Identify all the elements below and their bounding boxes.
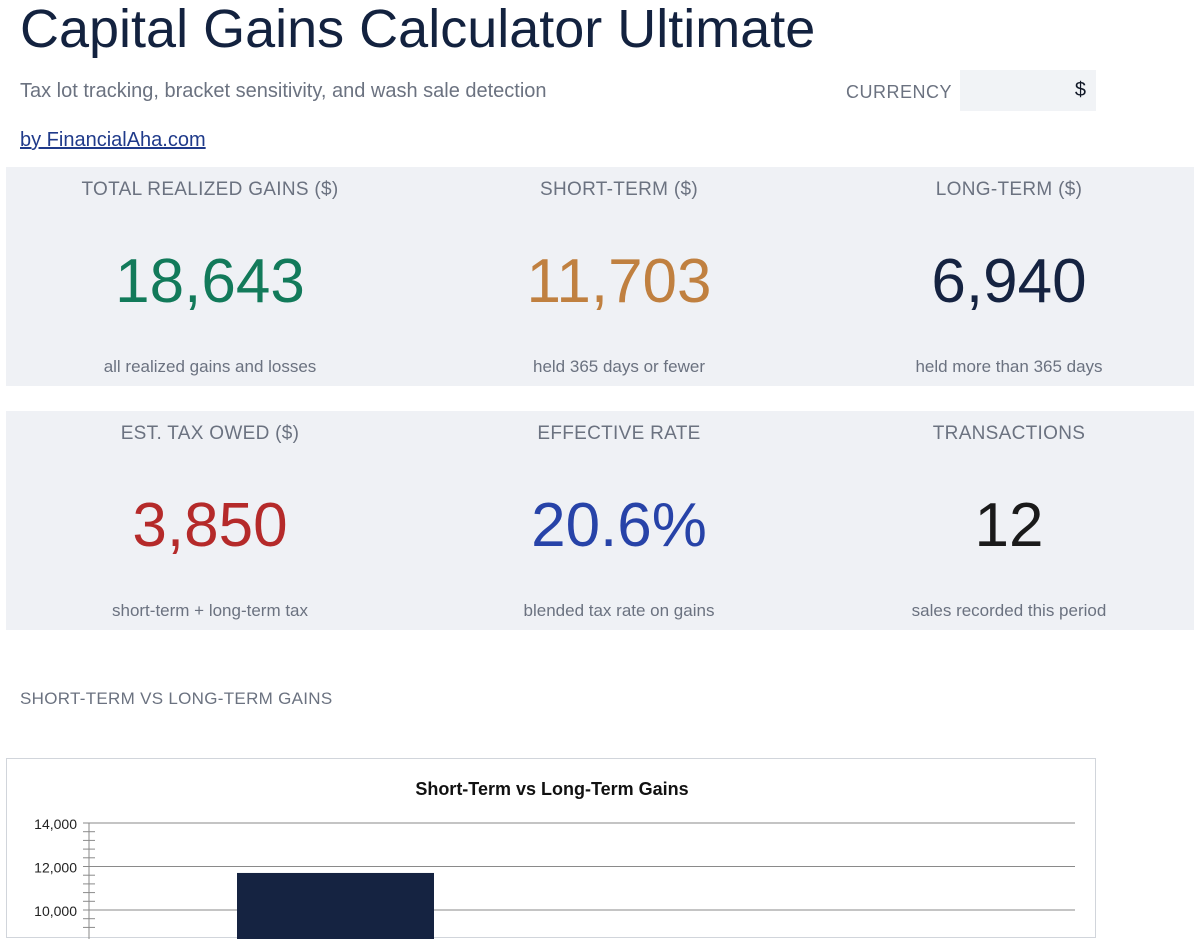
chart-title: Short-Term vs Long-Term Gains [415,779,688,799]
kpi-label: EST. TAX OWED ($) [120,423,300,444]
page-subtitle: Tax lot tracking, bracket sensitivity, a… [20,80,547,102]
kpi-value: 20.6% [531,491,707,560]
kpi-value: 18,643 [115,247,305,316]
bar [237,872,434,939]
currency-input[interactable]: $ [960,70,1096,111]
kpi-value: 3,850 [132,491,288,560]
y-tick-label: 10,000 [34,903,77,919]
byline-link[interactable]: by FinancialAha.com [20,129,206,152]
gains-chart[interactable]: Short-Term vs Long-Term Gains 10,000 12,00… [6,758,1096,939]
y-tick-label: 14,000 [34,816,77,832]
kpi-long-term: LONG-TERM ($) 6,940 held more than 365 d… [824,167,1194,386]
kpi-label: LONG-TERM ($) [935,179,1083,200]
kpi-effective-rate: EFFECTIVE RATE 20.6% blended tax rate on… [414,411,824,630]
kpi-est-tax-owed: EST. TAX OWED ($) 3,850 short-term + lon… [6,411,414,630]
kpi-note: blended tax rate on gains [523,601,715,620]
kpi-value: 11,703 [526,247,712,316]
currency-value: $ [1074,79,1086,101]
kpi-note: short-term + long-term tax [111,601,309,620]
kpi-label: TOTAL REALIZED GAINS ($) [81,179,339,200]
gains-chart-svg: Short-Term vs Long-Term Gains 10,000 12,00… [34,779,1075,939]
kpi-note: held more than 365 days [915,357,1103,376]
kpi-value: 12 [974,491,1044,560]
kpi-short-term: SHORT-TERM ($) 11,703 held 365 days or f… [414,167,824,386]
currency-label: CURRENCY [846,82,953,102]
kpi-label: TRANSACTIONS [932,423,1086,444]
kpi-transactions: TRANSACTIONS 12 sales recorded this peri… [824,411,1194,630]
kpi-row-gains: TOTAL REALIZED GAINS ($) 18,643 all real… [6,167,1194,386]
kpi-note: sales recorded this period [911,601,1107,620]
kpi-note: all realized gains and losses [103,357,317,376]
kpi-total-realized-gains: TOTAL REALIZED GAINS ($) 18,643 all real… [6,167,414,386]
chart-section-heading: SHORT-TERM VS LONG-TERM GAINS [20,689,333,708]
y-tick-label: 12,000 [34,860,77,876]
page-title: Capital Gains Calculator Ultimate [20,0,816,59]
kpi-label: EFFECTIVE RATE [537,423,701,444]
kpi-row-tax: EST. TAX OWED ($) 3,850 short-term + lon… [6,411,1194,630]
kpi-value: 6,940 [931,247,1087,316]
kpi-note: held 365 days or fewer [533,357,705,376]
kpi-label: SHORT-TERM ($) [540,179,698,200]
